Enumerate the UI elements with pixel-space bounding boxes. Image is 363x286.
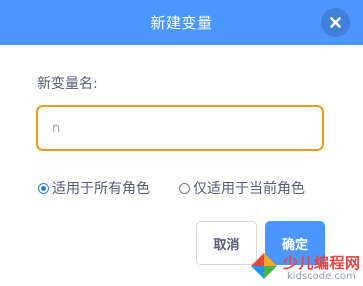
radio-checked-icon[interactable] xyxy=(38,182,49,194)
variable-name-label: 新变量名: xyxy=(37,76,98,92)
close-icon xyxy=(330,17,341,28)
scope-option-all-sprites[interactable]: 适用于所有角色 xyxy=(38,178,150,198)
radio-unchecked-icon[interactable] xyxy=(179,182,190,194)
dialog-header: 新建变量 xyxy=(0,0,363,45)
scope-option-label: 仅适用于当前角色 xyxy=(193,181,305,197)
new-variable-dialog: 新建变量 新变量名: 适用于所有角色 仅适用于当前角色 取消 确定 少儿编程网 … xyxy=(0,0,363,286)
scope-option-this-sprite-only[interactable]: 仅适用于当前角色 xyxy=(179,178,305,198)
variable-name-input[interactable] xyxy=(36,105,324,151)
dialog-title: 新建变量 xyxy=(150,14,213,32)
close-button[interactable] xyxy=(321,8,350,37)
cancel-button[interactable]: 取消 xyxy=(196,221,257,265)
ok-button[interactable]: 确定 xyxy=(265,221,325,265)
scope-option-label: 适用于所有角色 xyxy=(52,181,150,197)
watermark-domain-text: kidscode.com xyxy=(287,271,356,282)
